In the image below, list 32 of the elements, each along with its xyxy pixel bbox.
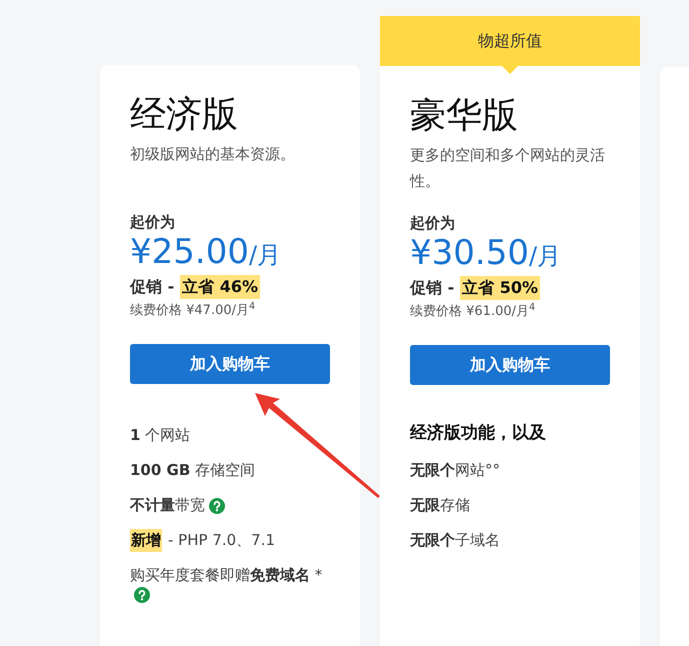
ribbon-banner: 物超所值 <box>380 16 640 66</box>
promo-label: 促销 - <box>410 276 454 298</box>
feature-text: 1 个网站 <box>130 425 190 446</box>
feature-text: 不计量带宽 <box>130 495 205 516</box>
features-heading: 经济版功能，以及 <box>410 422 546 445</box>
price-label: 起价为 <box>410 213 455 234</box>
discount-badge: 立省 46% <box>180 274 260 299</box>
plan-title: 经济版 <box>130 93 238 138</box>
renewal-price: 续费价格 ¥47.00/月$^{4}$ <box>130 300 256 320</box>
renewal-price: 续费价格 ¥61.00/月$^{4}$ <box>410 302 536 320</box>
promo-label: 促销 - <box>130 276 174 298</box>
price-unit: /月 <box>248 240 282 271</box>
ribbon-pointer <box>502 66 518 74</box>
new-tag: 新增 <box>130 529 162 552</box>
plan-title: 豪华版 <box>410 94 518 138</box>
price-unit: /月 <box>528 240 562 272</box>
feature-text: 无限存储 <box>410 494 470 516</box>
price-label: 起价为 <box>130 212 175 234</box>
price: ¥30.50 <box>410 234 529 270</box>
price: ¥25.00 <box>130 234 249 270</box>
help-icon[interactable] <box>209 498 225 514</box>
plan-description: 初级版网站的基本资源。 <box>130 144 296 166</box>
feature-text: 购买年度套餐即赠免费域名 * <box>130 565 322 586</box>
feature-text: 无限个子域名 <box>410 530 500 550</box>
feature-text: - PHP 7.0、7.1 <box>168 530 276 552</box>
plan-description: 更多的空间和多个网站的灵活性。 <box>410 145 606 192</box>
feature-text: 100 GB 存储空间 <box>130 460 256 482</box>
feature-text: 无限个网站°° <box>410 460 500 480</box>
add-to-cart-button[interactable]: 加入购物车 <box>130 344 330 384</box>
add-to-cart-button[interactable]: 加入购物车 <box>410 345 610 385</box>
discount-badge: 立省 50% <box>460 276 540 300</box>
help-icon[interactable] <box>134 587 150 604</box>
